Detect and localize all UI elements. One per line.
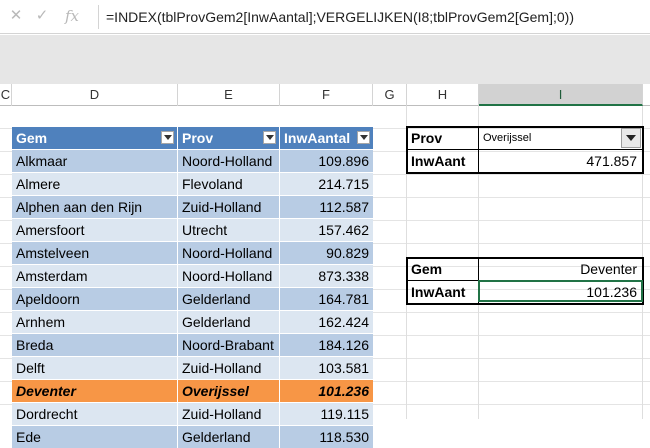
table-header-gem[interactable]: Gem <box>12 127 178 149</box>
table-cell[interactable]: Zuid-Holland <box>178 196 280 218</box>
table-cell[interactable]: Gelderland <box>178 288 280 310</box>
table-cell[interactable]: 119.115 <box>280 403 373 425</box>
table-cell[interactable]: Noord-Holland <box>178 150 280 172</box>
table-cell[interactable]: Amstelveen <box>12 242 178 264</box>
table-cell[interactable]: Zuid-Holland <box>178 357 280 379</box>
table-cell[interactable]: Almere <box>12 173 178 195</box>
ribbon-gap <box>0 35 650 84</box>
table-cell[interactable]: Dordrecht <box>12 403 178 425</box>
formula-bar: ✕ ✓ fx =INDEX(tblProvGem2[InwAantal];VER… <box>0 0 650 34</box>
prov-box-border <box>406 126 644 174</box>
table-cell[interactable]: Ede <box>12 426 178 448</box>
formula-separator <box>98 5 99 29</box>
table-cell[interactable]: Flevoland <box>178 173 280 195</box>
table-cell[interactable]: Arnhem <box>12 311 178 333</box>
table-cell[interactable]: 90.829 <box>280 242 373 264</box>
column-header-i[interactable]: I <box>479 84 643 106</box>
header-label: Gem <box>16 130 48 146</box>
column-header-h[interactable]: H <box>407 84 479 106</box>
fx-icon[interactable]: fx <box>62 6 82 26</box>
table-cell[interactable]: Deventer <box>12 380 178 402</box>
formula-input[interactable]: =INDEX(tblProvGem2[InwAantal];VERGELIJKE… <box>106 0 574 34</box>
header-label: InwAantal <box>284 130 351 146</box>
table-cell[interactable]: 184.126 <box>280 334 373 356</box>
filter-dropdown-icon[interactable] <box>161 131 174 144</box>
table-cell[interactable]: Alphen aan den Rijn <box>12 196 178 218</box>
table-cell[interactable]: Alkmaar <box>12 150 178 172</box>
x-icon[interactable]: ✕ <box>6 6 26 26</box>
table-cell[interactable]: Gelderland <box>178 311 280 333</box>
table-cell[interactable]: 118.530 <box>280 426 373 448</box>
table-cell[interactable]: Noord-Holland <box>178 242 280 264</box>
table-cell[interactable]: 101.236 <box>280 380 373 402</box>
table-cell[interactable]: 873.338 <box>280 265 373 287</box>
table-cell[interactable]: Delft <box>12 357 178 379</box>
table-cell[interactable]: Utrecht <box>178 219 280 241</box>
table-cell[interactable]: Noord-Brabant <box>178 334 280 356</box>
table-cell[interactable]: Zuid-Holland <box>178 403 280 425</box>
table-cell[interactable]: Noord-Holland <box>178 265 280 287</box>
header-label: Prov <box>182 130 214 146</box>
active-cell-selection <box>478 280 643 302</box>
check-icon[interactable]: ✓ <box>32 6 52 26</box>
table-cell[interactable]: Breda <box>12 334 178 356</box>
table-header-prov[interactable]: Prov <box>178 127 280 149</box>
column-header-d[interactable]: D <box>12 84 178 106</box>
table-cell[interactable]: 112.587 <box>280 196 373 218</box>
table-cell[interactable]: 157.462 <box>280 219 373 241</box>
table-cell[interactable]: Apeldoorn <box>12 288 178 310</box>
column-header-c[interactable]: C <box>0 84 12 106</box>
table-cell[interactable]: 214.715 <box>280 173 373 195</box>
column-header-e[interactable]: E <box>178 84 280 106</box>
filter-dropdown-icon[interactable] <box>357 131 370 144</box>
table-header-inwaantal[interactable]: InwAantal <box>280 127 373 149</box>
column-header-g[interactable]: G <box>373 84 407 106</box>
column-header-strip: C D E F G H I <box>0 84 650 106</box>
table-cell[interactable]: Overijssel <box>178 380 280 402</box>
table-cell[interactable]: Amersfoort <box>12 219 178 241</box>
table-cell[interactable]: Gelderland <box>178 426 280 448</box>
table-cell[interactable]: 109.896 <box>280 150 373 172</box>
filter-dropdown-icon[interactable] <box>263 131 276 144</box>
table-cell[interactable]: 164.781 <box>280 288 373 310</box>
column-header-f[interactable]: F <box>280 84 373 106</box>
table-cell[interactable]: Amsterdam <box>12 265 178 287</box>
table-cell[interactable]: 162.424 <box>280 311 373 333</box>
table-cell[interactable]: 103.581 <box>280 357 373 379</box>
